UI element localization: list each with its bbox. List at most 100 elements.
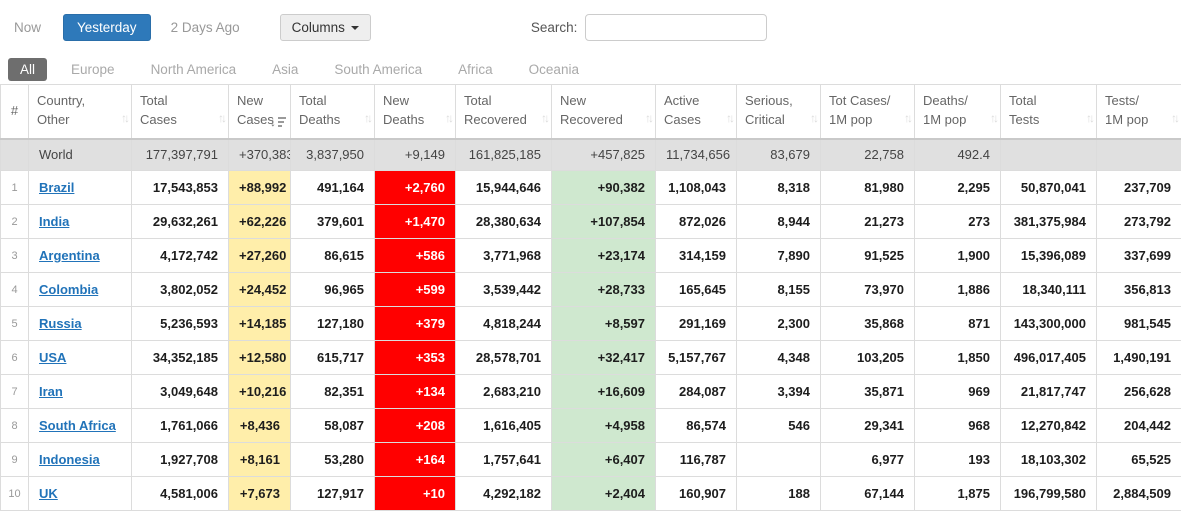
table-row: 2India29,632,261+62,226379,601+1,47028,3… (1, 205, 1181, 239)
country-link[interactable]: Brazil (39, 180, 74, 195)
cell-tests-1m: 356,813 (1097, 273, 1181, 307)
cell-active-cases: 11,734,656 (656, 139, 737, 171)
country-link[interactable]: Russia (39, 316, 82, 331)
sort-icon: ↑↓ (1171, 110, 1177, 127)
cell-tests-1m: 256,628 (1097, 375, 1181, 409)
search-input[interactable] (585, 14, 767, 41)
cell-new-deaths: +599 (375, 273, 456, 307)
column-header-new-deaths[interactable]: NewDeaths↑↓ (375, 85, 456, 139)
cell-new-deaths: +134 (375, 375, 456, 409)
cell-tot-cases-1m: 22,758 (821, 139, 915, 171)
cell-rank: 10 (1, 477, 29, 511)
column-header-tests-1m[interactable]: Tests/1M pop↑↓ (1097, 85, 1181, 139)
column-header-total-cases[interactable]: TotalCases↑↓ (132, 85, 229, 139)
cell-tot-cases-1m: 21,273 (821, 205, 915, 239)
two-days-ago-button[interactable]: 2 Days Ago (171, 20, 240, 35)
cell-total-recovered: 161,825,185 (456, 139, 552, 171)
column-header-total-deaths[interactable]: TotalDeaths↑↓ (291, 85, 375, 139)
country-link[interactable]: South Africa (39, 418, 116, 433)
cell-tests-1m: 337,699 (1097, 239, 1181, 273)
cell-tests-1m: 237,709 (1097, 171, 1181, 205)
cell-new-deaths: +586 (375, 239, 456, 273)
tab-africa[interactable]: Africa (446, 58, 505, 81)
columns-dropdown-label: Columns (292, 20, 345, 35)
cell-active-cases: 160,907 (656, 477, 737, 511)
cell-serious-critical: 8,318 (737, 171, 821, 205)
column-header-new-recovered[interactable]: NewRecovered↑↓ (552, 85, 656, 139)
cell-total-recovered: 3,771,968 (456, 239, 552, 273)
cell-total-cases: 177,397,791 (132, 139, 229, 171)
country-link[interactable]: Argentina (39, 248, 100, 263)
sort-icon: ↑↓ (218, 110, 224, 127)
tab-north-america[interactable]: North America (139, 58, 249, 81)
cell-serious-critical: 546 (737, 409, 821, 443)
table-row: 5Russia5,236,593+14,185127,180+3794,818,… (1, 307, 1181, 341)
column-header-serious-critical[interactable]: Serious,Critical↑↓ (737, 85, 821, 139)
cell-tests-1m: 204,442 (1097, 409, 1181, 443)
country-link[interactable]: UK (39, 486, 58, 501)
cell-total-cases: 34,352,185 (132, 341, 229, 375)
cell-active-cases: 872,026 (656, 205, 737, 239)
country-link[interactable]: Indonesia (39, 452, 100, 467)
yesterday-button[interactable]: Yesterday (63, 14, 151, 41)
cell-tot-cases-1m: 35,871 (821, 375, 915, 409)
cell-serious-critical: 4,348 (737, 341, 821, 375)
cell-deaths-1m: 1,875 (915, 477, 1001, 511)
cell-active-cases: 314,159 (656, 239, 737, 273)
column-header-country[interactable]: Country,Other↑↓ (29, 85, 132, 139)
column-header-total-tests[interactable]: TotalTests↑↓ (1001, 85, 1097, 139)
table-row: 8South Africa1,761,066+8,43658,087+2081,… (1, 409, 1181, 443)
cell-total-deaths: 96,965 (291, 273, 375, 307)
cell-total-tests: 496,017,405 (1001, 341, 1097, 375)
cell-total-tests: 18,340,111 (1001, 273, 1097, 307)
sort-icon: ↑↓ (364, 110, 370, 127)
tab-asia[interactable]: Asia (260, 58, 310, 81)
tab-europe[interactable]: Europe (59, 58, 127, 81)
cell-new-recovered: +6,407 (552, 443, 656, 477)
cell-new-recovered: +23,174 (552, 239, 656, 273)
cell-tot-cases-1m: 29,341 (821, 409, 915, 443)
columns-dropdown-button[interactable]: Columns (280, 14, 371, 41)
cell-rank: 4 (1, 273, 29, 307)
country-link[interactable]: USA (39, 350, 66, 365)
cell-total-recovered: 28,578,701 (456, 341, 552, 375)
cell-new-recovered: +8,597 (552, 307, 656, 341)
cell-new-recovered: +4,958 (552, 409, 656, 443)
cell-total-deaths: 127,180 (291, 307, 375, 341)
cell-new-recovered: +457,825 (552, 139, 656, 171)
cell-total-recovered: 1,757,641 (456, 443, 552, 477)
cell-total-recovered: 1,616,405 (456, 409, 552, 443)
cell-deaths-1m: 968 (915, 409, 1001, 443)
cell-country: Brazil (29, 171, 132, 205)
cell-rank: 1 (1, 171, 29, 205)
country-link[interactable]: India (39, 214, 69, 229)
column-header-tot-cases-1m[interactable]: Tot Cases/1M pop↑↓ (821, 85, 915, 139)
tab-all[interactable]: All (8, 58, 47, 81)
cell-deaths-1m: 969 (915, 375, 1001, 409)
column-header-deaths-1m[interactable]: Deaths/1M pop↑↓ (915, 85, 1001, 139)
cell-rank: 2 (1, 205, 29, 239)
tab-south-america[interactable]: South America (322, 58, 434, 81)
now-button[interactable]: Now (14, 20, 41, 35)
cell-tot-cases-1m: 91,525 (821, 239, 915, 273)
cell-tot-cases-1m: 6,977 (821, 443, 915, 477)
cell-total-tests: 50,870,041 (1001, 171, 1097, 205)
column-header-new-cases[interactable]: NewCases↓ (229, 85, 291, 139)
tab-oceania[interactable]: Oceania (517, 58, 591, 81)
cell-rank: 9 (1, 443, 29, 477)
country-link[interactable]: Colombia (39, 282, 98, 297)
cell-country: Iran (29, 375, 132, 409)
country-link[interactable]: Iran (39, 384, 63, 399)
column-header-active-cases[interactable]: ActiveCases↑↓ (656, 85, 737, 139)
column-header-rank: # (1, 85, 29, 139)
cell-rank: 3 (1, 239, 29, 273)
cell-new-deaths: +10 (375, 477, 456, 511)
cell-country: Colombia (29, 273, 132, 307)
cell-deaths-1m: 1,886 (915, 273, 1001, 307)
cell-total-deaths: 82,351 (291, 375, 375, 409)
cell-active-cases: 165,645 (656, 273, 737, 307)
cell-serious-critical (737, 443, 821, 477)
cell-total-cases: 1,761,066 (132, 409, 229, 443)
column-header-total-recovered[interactable]: TotalRecovered↑↓ (456, 85, 552, 139)
cell-total-deaths: 53,280 (291, 443, 375, 477)
